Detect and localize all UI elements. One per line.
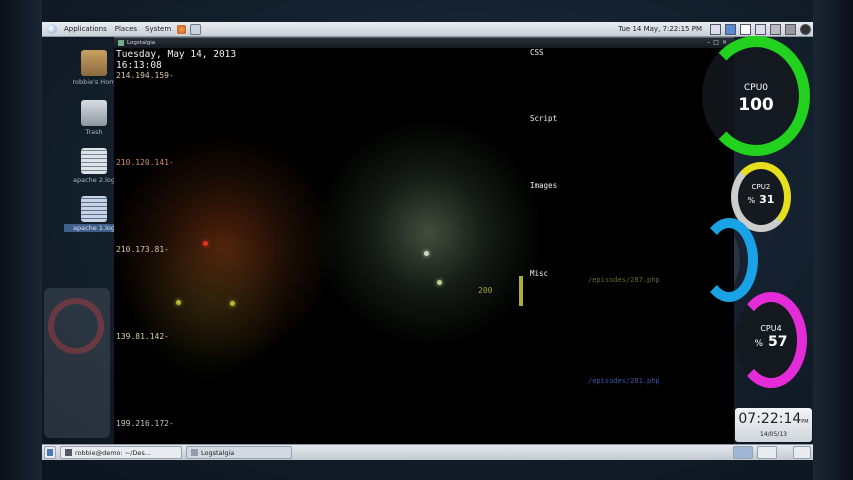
distro-logo-icon <box>47 24 57 34</box>
gauge-label: CPU4 <box>760 324 782 333</box>
request-ball <box>176 300 181 305</box>
show-desktop-icon <box>47 449 53 456</box>
request-ball <box>203 241 208 246</box>
category-label: Script <box>530 114 558 123</box>
trash-icon <box>81 100 107 126</box>
gauge-value: 100 <box>738 95 774 115</box>
tools-icon[interactable] <box>785 23 796 35</box>
app-icon <box>118 40 124 46</box>
battery-icon[interactable] <box>755 23 766 35</box>
visualization-canvas[interactable]: Tuesday, May 14, 2013 16:13:08 214.194.1… <box>114 48 734 444</box>
volume-icon[interactable] <box>770 23 781 35</box>
logstalgia-window[interactable]: Logstalgia –□× Tuesday, May 14, 2013 16:… <box>114 37 734 444</box>
paddle <box>519 276 523 306</box>
clock-time-row: 07:22:14PM <box>735 411 812 431</box>
log-file-icon <box>81 148 107 174</box>
power-icon[interactable] <box>800 23 811 35</box>
category-label: Images <box>530 181 558 190</box>
ip-label: 139.81.142- <box>116 332 169 341</box>
menu-places[interactable]: Places <box>111 25 141 33</box>
window-title: Logstalgia <box>127 40 156 46</box>
ip-label: 199.216.172- <box>116 419 174 428</box>
ip-label: 214.194.159- <box>116 71 174 80</box>
task-terminal[interactable]: robbie@demo: ~/Des... <box>60 446 182 459</box>
request-ball <box>437 280 442 285</box>
home-folder-icon <box>81 50 107 76</box>
date-display: Tuesday, May 14, 2013 16:13:08 <box>116 49 236 71</box>
task-label: robbie@demo: ~/Des... <box>75 448 151 457</box>
time-line: 16:13:08 <box>116 60 162 71</box>
trash-applet-icon[interactable] <box>793 446 811 459</box>
right-vignette <box>813 0 853 480</box>
cpu3-gauge <box>700 218 758 302</box>
ghost-gauge-icon <box>48 298 104 354</box>
date-line: Tuesday, May 14, 2013 <box>116 49 237 60</box>
task-label: Logstalgia <box>201 448 235 457</box>
window-icon <box>191 449 198 456</box>
cpu0-gauge: CPU0 100 <box>702 36 810 156</box>
document-icon[interactable] <box>740 23 751 35</box>
terminal-icon <box>65 449 72 456</box>
ip-label: 210.173.81- <box>116 245 169 254</box>
background-widget <box>44 288 110 438</box>
task-logstalgia[interactable]: Logstalgia <box>186 446 292 459</box>
network-icon[interactable] <box>710 23 721 35</box>
request-ball <box>424 251 429 256</box>
ip-label: 210.120.141- <box>116 158 174 167</box>
maximize-icon[interactable]: □ <box>713 39 722 46</box>
display-icon[interactable] <box>725 23 736 35</box>
gauge-value-row: % 57 <box>745 334 797 350</box>
request-ball <box>230 301 235 306</box>
clock-widget: 07:22:14PM 14/05/13 <box>735 408 812 442</box>
gauge-prefix: % <box>747 196 756 205</box>
window-titlebar[interactable]: Logstalgia –□× <box>114 38 734 48</box>
gauge-prefix: % <box>754 339 764 349</box>
category-label: Misc <box>530 269 549 278</box>
panel-clock[interactable]: Tue 14 May, 7:22:15 PM <box>618 25 702 33</box>
clock-date: 14/05/13 <box>760 431 787 438</box>
cpu4-gauge: CPU4 % 57 <box>735 292 807 388</box>
menu-system[interactable]: System <box>141 25 175 33</box>
clock-ampm: PM <box>801 419 809 425</box>
response-code: 200 <box>478 286 493 295</box>
mail-launcher-icon[interactable] <box>190 23 202 35</box>
top-panel: Applications Places System Tue 14 May, 7… <box>42 22 813 37</box>
url-path: /episodes/281.php <box>588 377 660 385</box>
gauge-label: CPU2 <box>751 183 771 191</box>
show-desktop-button[interactable] <box>44 446 56 459</box>
taskbar: robbie@demo: ~/Des... Logstalgia <box>42 444 813 460</box>
workspace-2[interactable] <box>757 446 777 459</box>
gauge-value: 31 <box>759 193 775 206</box>
log-file-icon <box>81 196 107 222</box>
glow-effect <box>314 118 544 348</box>
firefox-launcher-icon[interactable] <box>177 24 187 34</box>
gauge-value: 57 <box>767 334 788 350</box>
clock-time: 07:22:14 <box>738 411 802 427</box>
url-path: /episodes/287.php <box>588 276 660 284</box>
workspace-1[interactable] <box>733 446 753 459</box>
menu-applications[interactable]: Applications <box>60 25 111 33</box>
gauge-label: CPU0 <box>743 83 769 93</box>
left-vignette <box>0 0 42 480</box>
gauge-value-row: % 31 <box>738 193 784 206</box>
category-label: CSS <box>530 48 544 57</box>
